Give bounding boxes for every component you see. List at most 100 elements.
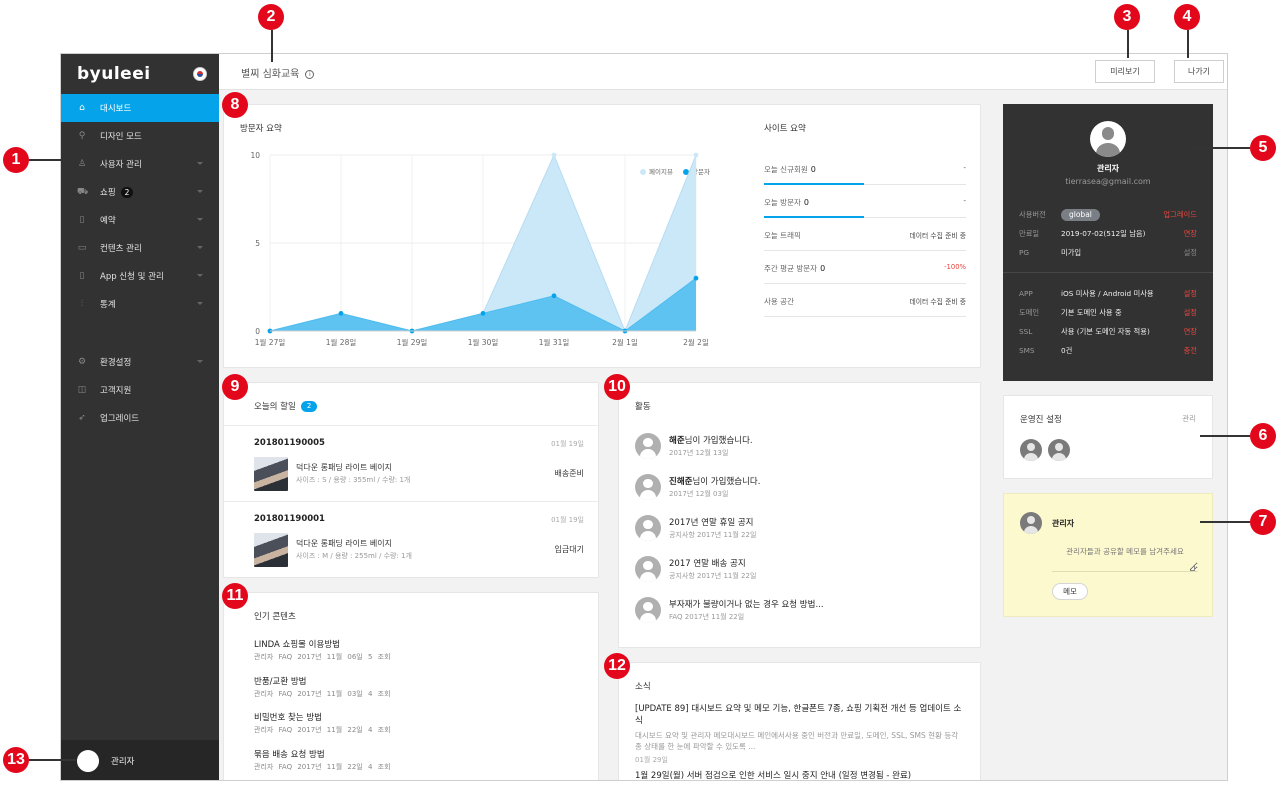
profile-row-action[interactable]: 설정 [1184, 289, 1197, 299]
news-summary: 대시보드 요약 및 관리자 메모대시보드 메인에서사용 중인 버전과 만료일, … [635, 731, 959, 751]
sidebar-item-label: App 신청 및 관리 [100, 272, 164, 282]
order-id: 201801190005 [254, 438, 325, 448]
profile-row-action[interactable]: 연장 [1184, 327, 1197, 337]
korea-flag-icon[interactable] [193, 67, 207, 81]
sidebar-item-users[interactable]: ♙ 사용자 관리 [61, 150, 219, 178]
sidebar-user-profile[interactable]: 관리자 [61, 740, 219, 780]
sidebar-item-support[interactable]: ◫ 고객지원 [61, 376, 219, 404]
marker-7: 7 [1250, 509, 1276, 535]
sidebar-item-label: 컨텐츠 관리 [100, 244, 142, 254]
profile-row-key: 사용버전 [1019, 210, 1046, 219]
profile-row-key: PG [1019, 248, 1030, 257]
profile-row-value: global [1061, 209, 1100, 221]
list-item[interactable]: 해준님이 가입했습니다. 2017년 12월 13일 [635, 433, 753, 459]
site-row-number: 0 [810, 165, 816, 174]
profile-divider [1003, 272, 1213, 273]
data-point [693, 152, 699, 158]
order-row[interactable]: 201801190005 01월 19일 덕다운 롱패딩 라이트 베이지 사이즈… [224, 425, 600, 501]
site-row-value: - [963, 164, 966, 172]
visitor-summary-panel: 방문자 요약 페이지뷰 방문자 0 5 10 1월 27일 1월 28일 1월 29일 1월… [223, 104, 981, 368]
site-summary-row: 오늘 방문자 0 - [764, 184, 966, 218]
sidebar-item-settings[interactable]: ⚙ 환경설정 [61, 348, 219, 376]
product-name: 덕다운 롱패딩 라이트 베이지 [296, 539, 392, 548]
profile-row-key: SSL [1019, 327, 1033, 336]
popular-item-meta: 관리자 FAQ 2017년 11월 06일 5 조회 [254, 653, 391, 661]
profile-row-key: SMS [1019, 346, 1035, 355]
memo-input[interactable] [1052, 546, 1198, 572]
page-title: 별찌 심화교육 i [241, 65, 315, 80]
site-row-label: 오늘 방문자 0 [764, 198, 809, 207]
news-headline-link[interactable]: [UPDATE 89] 대시보드 요약 및 메모 기능, 한글폰트 7종, 쇼핑… [635, 703, 965, 727]
sidebar-item-design-mode[interactable]: ⚲ 디자인 모드 [61, 122, 219, 150]
exit-button[interactable]: 나가기 [1174, 60, 1224, 83]
avatar [635, 433, 661, 459]
profile-row-value: iOS 미사용 / Android 미사용 [1061, 289, 1154, 298]
chevron-down-icon [197, 274, 203, 277]
profile-row-action[interactable]: 연장 [1184, 229, 1197, 239]
sidebar-item-upgrade[interactable]: ➶ 업그레이드 [61, 404, 219, 432]
site-row-number: 0 [820, 264, 826, 273]
sidebar-item-statistics[interactable]: ⫶ 통계 [61, 290, 219, 318]
sidebar-item-reservation[interactable]: ▯ 예약 [61, 206, 219, 234]
list-item[interactable]: 비밀번호 찾는 방법 관리자 FAQ 2017년 11월 22일 4 조회 [254, 711, 391, 735]
order-date: 01월 19일 [551, 440, 584, 448]
list-item[interactable]: 부자재가 불량이거나 없는 경우 요청 방법... FAQ 2017년 11월 … [635, 597, 824, 623]
order-row[interactable]: 201801190001 01월 19일 덕다운 롱패딩 라이트 베이지 사이즈… [224, 501, 600, 577]
marker-10: 10 [604, 374, 630, 400]
activity-panel: 활동 해준님이 가입했습니다. 2017년 12월 13일 진해준님이 가입했습… [618, 382, 981, 648]
x-tick-label: 2월 1일 [612, 337, 638, 347]
profile-row-action[interactable]: 설정 [1184, 248, 1197, 258]
sidebar-item-dashboard[interactable]: ⌂ 대시보드 [61, 94, 219, 122]
list-item[interactable]: 반품/교환 방법 관리자 FAQ 2017년 11월 03일 4 조회 [254, 675, 391, 699]
sidebar-item-app[interactable]: ▯ App 신청 및 관리 [61, 262, 219, 290]
leader-line-6 [1200, 435, 1250, 437]
marker-3: 3 [1114, 4, 1140, 30]
site-row-value: - [963, 197, 966, 205]
product-thumbnail [254, 533, 288, 567]
marker-4: 4 [1174, 4, 1200, 30]
profile-row-action[interactable]: 설정 [1184, 308, 1197, 318]
x-tick-label: 2월 2일 [683, 337, 709, 347]
sidebar: byuleei ⌂ 대시보드 ⚲ 디자인 모드 ♙ 사용자 관리 ⛟ 쇼핑 2 … [61, 54, 219, 780]
marker-11: 11 [222, 583, 248, 609]
operator-settings-title: 운영진 설정 [1020, 415, 1062, 425]
list-item[interactable]: 2017년 연말 휴일 공지 공지사항 2017년 11월 22일 [635, 515, 756, 541]
visitor-chart: 0 5 10 1월 27일 1월 28일 1월 29일 1월 30일 1월 31일 2월 1일 2… [250, 151, 709, 347]
list-item[interactable]: LINDA 쇼핑몰 이용방법 관리자 FAQ 2017년 11월 06일 5 조… [254, 638, 391, 662]
sidebar-item-contents[interactable]: ▭ 컨텐츠 관리 [61, 234, 219, 262]
popular-title: 인기 콘텐츠 [254, 612, 296, 622]
x-tick-label: 1월 27일 [255, 337, 286, 347]
sidebar-item-label: 고객지원 [100, 386, 132, 396]
avatar [77, 750, 99, 772]
sidebar-item-label: 디자인 모드 [100, 132, 142, 142]
activity-text: 님이 가입했습니다. [692, 477, 761, 487]
list-item[interactable]: 진해준님이 가입했습니다. 2017년 12월 03일 [635, 474, 760, 500]
marker-13: 13 [3, 747, 29, 773]
avatar[interactable] [1048, 439, 1070, 461]
preview-button[interactable]: 미리보기 [1095, 60, 1155, 83]
site-row-value: 데이터 수집 준비 중 [909, 232, 966, 240]
brand-logo[interactable]: byuleei [77, 64, 151, 84]
marker-5: 5 [1250, 135, 1276, 161]
profile-row-value: 2019-07-02(512일 남음) [1061, 229, 1146, 238]
profile-row-action[interactable]: 업그레이드 [1163, 210, 1197, 220]
memo-save-button[interactable]: 메모 [1052, 583, 1088, 600]
site-title-text: 별찌 심화교육 [241, 69, 300, 80]
avatar [635, 597, 661, 623]
operator-manage-link[interactable]: 관리 [1182, 413, 1196, 424]
popular-item-meta: 관리자 FAQ 2017년 11월 22일 4 조회 [254, 763, 391, 771]
news-next-link[interactable]: 1월 29일(월) 서버 점검으로 인한 서비스 일시 중지 안내 (일정 변경… [635, 769, 911, 780]
list-item[interactable]: 2017 연말 배송 공지 공지사항 2017년 11월 22일 [635, 556, 756, 582]
profile-row-action[interactable]: 충전 [1184, 346, 1197, 356]
site-row-label: 사용 공간 [764, 297, 794, 306]
sidebar-item-shopping[interactable]: ⛟ 쇼핑 2 [61, 178, 219, 206]
site-summary-row: 사용 공간 데이터 수집 준비 중 [764, 283, 966, 317]
info-icon[interactable]: i [305, 70, 315, 79]
list-item[interactable]: 묶음 배송 요청 방법 관리자 FAQ 2017년 11월 22일 4 조회 [254, 748, 391, 772]
product-thumbnail [254, 457, 288, 491]
marker-9: 9 [222, 374, 248, 400]
resize-grip-icon[interactable] [1190, 566, 1195, 571]
avatar[interactable] [1020, 439, 1042, 461]
popular-item-title: LINDA 쇼핑몰 이용방법 [254, 640, 340, 650]
site-summary-row: 오늘 트래픽 데이터 수집 준비 중 [764, 217, 966, 251]
